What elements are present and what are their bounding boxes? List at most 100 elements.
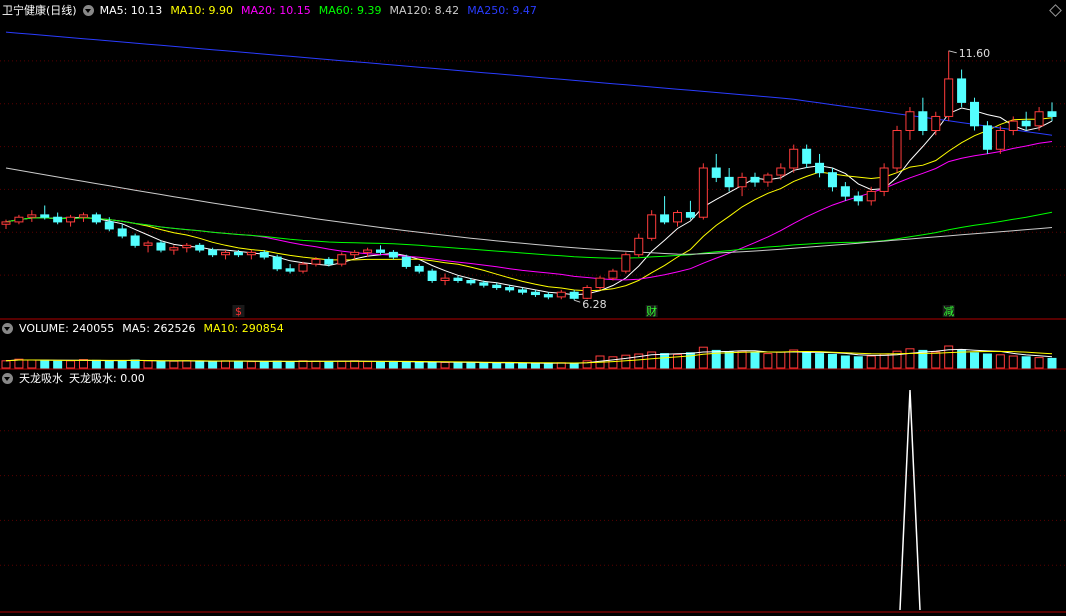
ma60-line	[5, 211, 1053, 259]
volume-bar	[143, 360, 153, 369]
candle	[621, 252, 631, 274]
volume-legend-item: MA10: 290854	[203, 321, 284, 335]
candle	[53, 212, 63, 225]
candle-body	[724, 176, 734, 188]
volume-bar	[272, 360, 282, 369]
indicator-name: 天龙吸水	[19, 372, 63, 385]
volume-bar	[789, 349, 799, 369]
volume-legend: VOLUME: 240055 MA5: 262526 MA10: 290854	[19, 322, 284, 335]
candle-body	[298, 263, 308, 272]
candle-body	[556, 291, 566, 298]
candle-body	[995, 130, 1005, 150]
candle-body	[169, 247, 179, 251]
candle-body	[582, 287, 592, 299]
price-header: 卫宁健康(日线) MA5: 10.13 MA10: 9.90 MA20: 10.15…	[2, 2, 537, 18]
candle-body	[492, 284, 502, 289]
candle-body	[195, 244, 205, 251]
candle-body	[156, 242, 166, 251]
candle	[530, 289, 540, 297]
volume-bar	[233, 360, 243, 369]
candle-body	[259, 251, 269, 258]
candle	[78, 212, 88, 222]
candle	[724, 168, 734, 192]
candle	[14, 214, 24, 225]
candle-body	[789, 148, 799, 169]
ma-legend-item: MA10: 9.90	[170, 3, 234, 17]
candle-body	[182, 244, 192, 249]
candle	[815, 153, 825, 178]
candle-body	[776, 167, 786, 176]
candle	[91, 212, 101, 225]
volume-bar	[40, 359, 50, 369]
candle-body	[130, 235, 140, 246]
volume-bar	[208, 361, 218, 369]
candle-body	[78, 214, 88, 218]
volume-bar	[156, 361, 166, 369]
volume-bar	[737, 350, 747, 369]
candle-body	[982, 125, 992, 150]
candle	[595, 275, 605, 290]
volume-bar	[130, 359, 140, 369]
candle	[789, 144, 799, 173]
candle	[66, 214, 76, 227]
dropdown-icon[interactable]	[2, 372, 13, 384]
candle-body	[685, 212, 695, 218]
dropdown-icon[interactable]	[82, 4, 94, 16]
candle-body	[840, 186, 850, 197]
volume-bar	[1047, 357, 1057, 369]
event-marker: 减	[943, 305, 954, 318]
candle	[414, 264, 424, 274]
volume-bar	[879, 353, 889, 369]
candle	[634, 233, 644, 258]
candle-body	[414, 265, 424, 272]
volume-bar	[905, 348, 915, 369]
volume-bar	[388, 361, 398, 369]
candle	[879, 163, 889, 197]
candle-body	[608, 270, 618, 279]
ma250-line	[5, 31, 1053, 136]
candle	[737, 172, 747, 197]
candle	[401, 254, 411, 269]
candle-body	[660, 214, 670, 223]
volume-bar	[350, 360, 360, 369]
candle-body	[802, 148, 812, 164]
dropdown-icon[interactable]	[2, 322, 13, 334]
candle	[802, 144, 812, 168]
candle-body	[440, 277, 450, 281]
candle	[1021, 111, 1031, 131]
volume-bar	[931, 351, 941, 369]
candle-body	[569, 291, 579, 299]
candle-body	[143, 242, 153, 246]
candle-body	[634, 237, 644, 256]
volume-bar	[866, 355, 876, 369]
volume-bar	[802, 352, 812, 369]
volume-bar	[660, 353, 670, 369]
volume-bar	[169, 360, 179, 369]
indicator-spike	[899, 389, 921, 611]
volume-bar	[27, 359, 37, 369]
high-label: 11.60	[959, 47, 991, 60]
candle	[711, 153, 721, 183]
candle	[388, 250, 398, 260]
volume-bar	[763, 353, 773, 369]
volume-bar	[815, 353, 825, 369]
volume-bar	[853, 356, 863, 369]
candle	[453, 275, 463, 283]
candle	[853, 191, 863, 206]
candle	[608, 268, 618, 281]
volume-bar	[530, 363, 540, 369]
candle	[905, 107, 915, 140]
volume-bar	[492, 362, 502, 369]
candle-body	[272, 256, 282, 270]
candle	[840, 182, 850, 201]
candle-body	[375, 249, 385, 253]
candle-body	[221, 251, 231, 256]
candle	[117, 224, 127, 239]
volume-bar	[427, 361, 437, 369]
volume-bar	[440, 361, 450, 369]
volume-bar	[453, 362, 463, 369]
volume-bar	[982, 353, 992, 369]
candle-body	[595, 277, 605, 289]
ma-legend-item: MA20: 10.15	[241, 3, 311, 17]
volume-bar	[259, 361, 269, 369]
